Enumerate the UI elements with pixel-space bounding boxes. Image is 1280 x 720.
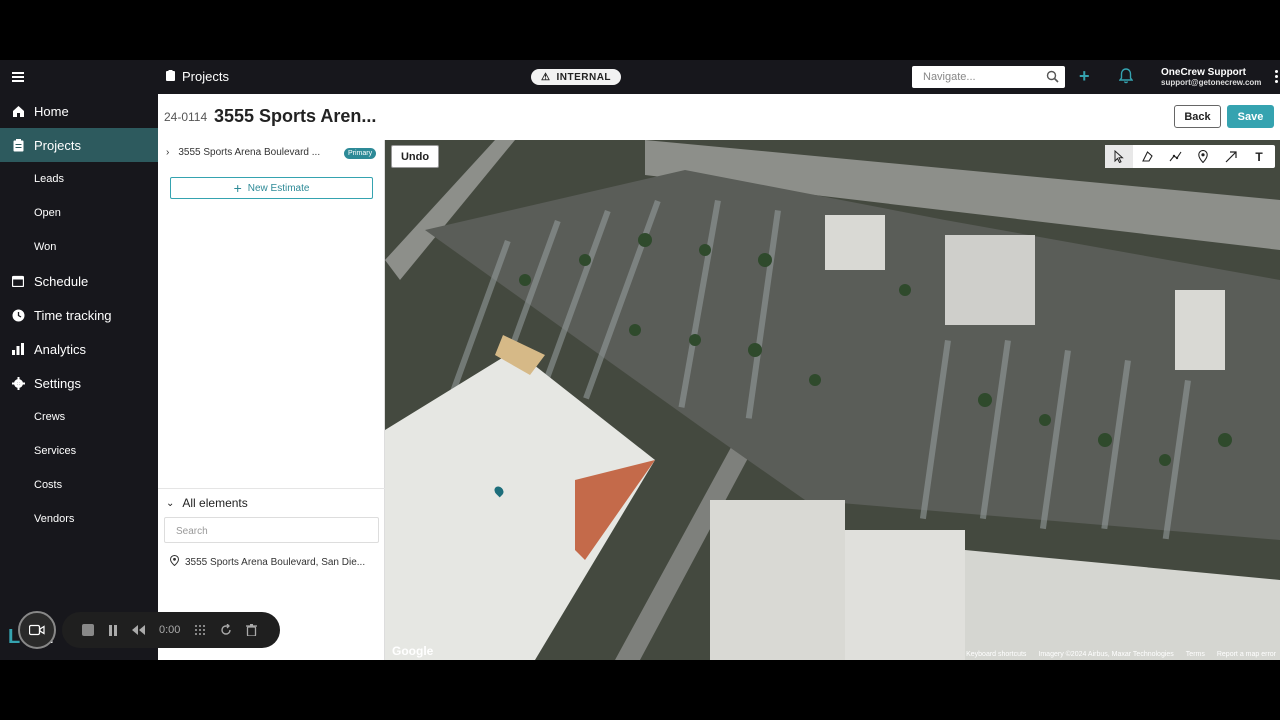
page-title: 3555 Sports Aren... [214,106,377,126]
primary-badge: Primary [344,148,377,159]
sidebar-item-label: Home [34,103,69,119]
breadcrumb[interactable]: Projects [166,69,229,84]
sidebar-item-schedule[interactable]: Schedule [0,264,158,298]
new-estimate-label: New Estimate [247,182,310,194]
chevron-right-icon: › [166,147,170,158]
user-name: OneCrew Support [1161,67,1247,78]
sidebar-item-vendors[interactable]: Vendors [0,502,158,536]
sidebar-item-won[interactable]: Won [0,230,158,264]
chevron-down-icon: ⌄ [166,497,175,509]
sidebar-item-leads[interactable]: Leads [0,162,158,196]
clipboard-icon [166,69,175,84]
drawing-toolbar: T [1105,145,1275,168]
sidebar-item-settings[interactable]: Settings [0,366,158,400]
trash-icon[interactable] [246,624,258,636]
plus-icon: + [233,180,242,196]
location-pin-icon [169,554,180,569]
estimates-panel: › 3555 Sports Arena Boulevard ... Primar… [158,140,385,660]
sidebar-item-label: Time tracking [34,307,112,323]
more-icon[interactable] [1275,70,1278,85]
sidebar-item-open[interactable]: Open [0,196,158,230]
keyboard-shortcuts-link[interactable]: Keyboard shortcuts [966,651,1026,658]
sidebar-item-label: Costs [34,479,63,491]
save-button[interactable]: Save [1227,105,1274,128]
user-email: support@getonecrew.com [1161,78,1262,87]
environment-badge: ⚠ INTERNAL [531,69,622,85]
recording-time: 0:00 [159,624,181,636]
polygon-tool-icon[interactable] [1133,145,1161,168]
satellite-map[interactable]: Undo T Google Keyboard shortcuts Imagery… [385,140,1280,660]
sidebar-item-label: Won [34,241,57,253]
sidebar-item-label: Analytics [34,341,87,357]
menu-icon[interactable] [12,72,24,82]
sidebar-item-costs[interactable]: Costs [0,468,158,502]
sidebar-item-analytics[interactable]: Analytics [0,332,158,366]
search-icon [1046,70,1059,86]
clipboard-icon [11,138,25,152]
sidebar-item-label: Projects [34,137,81,153]
search-input[interactable]: Search [164,517,379,543]
sidebar-item-home[interactable]: Home [0,94,158,128]
add-icon[interactable]: + [1079,66,1090,87]
user-menu[interactable]: OneCrew Support support@getonecrew.com [1161,68,1261,88]
bell-icon[interactable] [1118,68,1134,89]
top-bar: Projects ⚠ INTERNAL Navigate... + OneCre… [158,60,1280,94]
calendar-icon [11,274,25,288]
select-tool-icon[interactable] [1105,145,1133,168]
text-tool-icon[interactable]: T [1245,145,1273,168]
address-row[interactable]: › 3555 Sports Arena Boulevard ... [166,147,320,158]
project-id: 24-0114 [164,110,208,124]
marker-tool-icon[interactable] [1189,145,1217,168]
report-error-link[interactable]: Report a map error [1217,651,1276,658]
all-elements-header[interactable]: ⌄ All elements [158,488,385,517]
element-address-label: 3555 Sports Arena Boulevard, San Die... [185,556,366,568]
warning-icon: ⚠ [541,71,551,83]
map-attribution: Keyboard shortcuts Imagery ©2024 Airbus,… [966,651,1276,658]
stop-icon[interactable] [82,624,94,636]
breadcrumb-label: Projects [182,69,229,84]
app-frame: Home Projects Leads Open Won Schedule Ti… [0,60,1280,660]
google-logo: Google [392,644,434,658]
imagery-credit: Imagery ©2024 Airbus, Maxar Technologies [1038,651,1174,658]
clock-icon [11,308,25,322]
sidebar-item-time-tracking[interactable]: Time tracking [0,298,158,332]
terms-link[interactable]: Terms [1186,651,1205,658]
back-button[interactable]: Back [1174,105,1221,128]
restart-icon[interactable] [220,624,232,636]
sidebar-item-label: Open [34,207,61,219]
sidebar-item-label: Settings [34,375,81,391]
search-placeholder: Search [176,526,208,537]
line-tool-icon[interactable] [1161,145,1189,168]
sidebar-item-projects[interactable]: Projects [0,128,158,162]
navigate-input[interactable]: Navigate... [912,66,1065,88]
home-icon [11,104,25,118]
recorder-controls: 0:00 [62,612,280,648]
undo-button[interactable]: Undo [391,145,439,168]
gear-icon [11,376,25,390]
sidebar-item-services[interactable]: Services [0,434,158,468]
sidebar-item-label: Leads [34,173,64,185]
badge-label: INTERNAL [556,71,612,83]
camera-icon[interactable] [18,611,56,649]
map-imagery [385,140,1280,660]
sidebar-item-label: Services [34,445,77,457]
arrow-tool-icon[interactable] [1217,145,1245,168]
sidebar-item-crews[interactable]: Crews [0,400,158,434]
address-label: 3555 Sports Arena Boulevard ... [178,147,321,158]
sidebar-item-label: Vendors [34,513,75,525]
bar-chart-icon [11,342,25,356]
pause-icon[interactable] [108,624,118,636]
grid-icon[interactable] [194,624,206,636]
sidebar: Home Projects Leads Open Won Schedule Ti… [0,60,158,660]
navigate-placeholder: Navigate... [923,71,976,83]
list-item[interactable]: 3555 Sports Arena Boulevard, San Die... [169,554,366,569]
all-elements-label: All elements [182,496,248,510]
new-estimate-button[interactable]: + New Estimate [170,177,373,199]
sidebar-item-label: Crews [34,411,66,423]
rewind-icon[interactable] [132,625,145,635]
sidebar-item-label: Schedule [34,273,89,289]
